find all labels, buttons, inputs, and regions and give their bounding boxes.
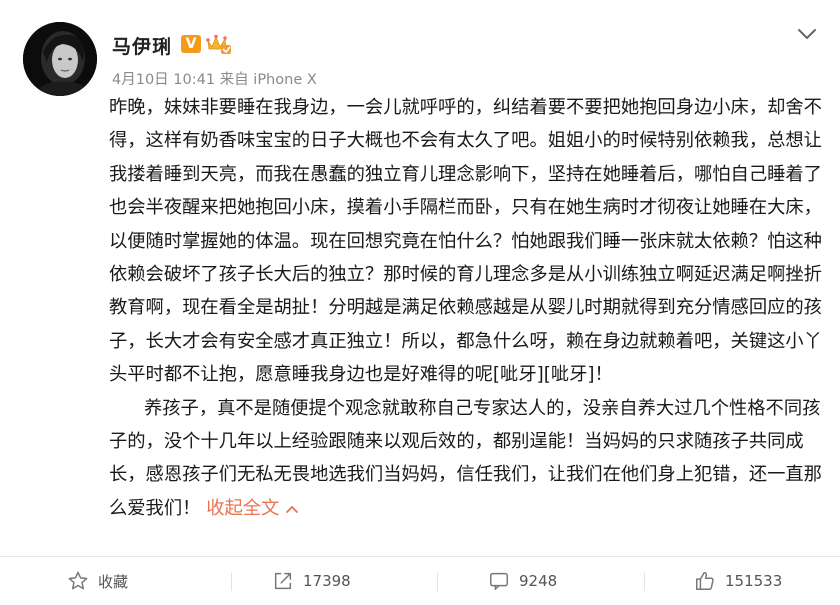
comment-count: 9248 xyxy=(519,572,558,590)
action-separator xyxy=(231,573,232,591)
verified-badge-icon: V xyxy=(181,35,201,53)
comment-button[interactable]: 9248 xyxy=(488,557,557,605)
post-meta: 4月10日 10:41 来自 iPhone X xyxy=(112,72,317,88)
post-paragraph: 养孩子，真不是随便提个观念就敢称自己专家达人的，没亲自养大过几个性格不同孩子的，… xyxy=(109,392,825,526)
post-body: 昨晚，妹妹非要睡在我身边，一会儿就呼呼的，纠结着要不要把她抱回身边小床，却舍不得… xyxy=(109,91,825,525)
thumbs-up-icon xyxy=(696,571,714,590)
avatar-image xyxy=(23,22,97,96)
author-name[interactable]: 马伊琍 xyxy=(112,32,172,59)
collapse-full-text-link[interactable]: 收起全文 xyxy=(206,498,299,519)
repost-button[interactable]: 17398 xyxy=(272,557,351,605)
action-bar: 收藏 17398 9248 151533 xyxy=(0,557,840,605)
action-separator xyxy=(644,573,645,591)
favorite-button[interactable]: 收藏 xyxy=(67,557,128,605)
favorite-label: 收藏 xyxy=(98,572,129,591)
star-icon xyxy=(68,571,88,590)
like-count: 151533 xyxy=(725,572,783,590)
weibo-post-card: 马伊琍 V 4月10日 10:41 来自 iPhone X 昨晚，妹妹非要睡在我… xyxy=(0,0,840,605)
collapse-label: 收起全文 xyxy=(206,497,280,519)
avatar[interactable] xyxy=(23,22,97,96)
chevron-up-icon xyxy=(286,505,299,513)
like-button[interactable]: 151533 xyxy=(694,557,782,605)
chevron-down-icon[interactable] xyxy=(796,26,818,42)
repost-icon xyxy=(274,572,292,590)
comment-icon xyxy=(490,572,508,590)
crown-badge-icon xyxy=(206,33,232,55)
action-separator xyxy=(437,573,438,591)
post-paragraph: 昨晚，妹妹非要睡在我身边，一会儿就呼呼的，纠结着要不要把她抱回身边小床，却舍不得… xyxy=(109,97,822,386)
repost-count: 17398 xyxy=(303,572,351,590)
